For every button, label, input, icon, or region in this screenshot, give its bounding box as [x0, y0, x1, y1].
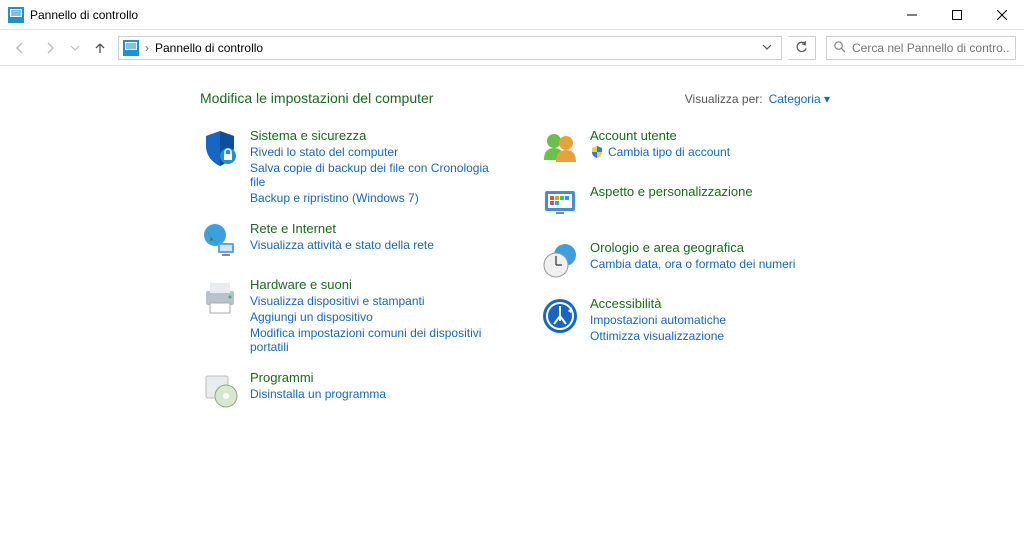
printer-icon	[200, 277, 240, 317]
category-title[interactable]: Orologio e area geografica	[590, 240, 795, 255]
category-body: Hardware e suoni Visualizza dispositivi …	[250, 277, 500, 354]
category-body: Rete e Internet Visualizza attività e st…	[250, 221, 434, 261]
content-area: Modifica le impostazioni del computer Vi…	[0, 66, 1024, 410]
maximize-button[interactable]	[934, 0, 979, 29]
address-bar[interactable]: › Pannello di controllo	[118, 36, 782, 60]
page-title: Modifica le impostazioni del computer	[200, 90, 433, 106]
clock-globe-icon	[540, 240, 580, 280]
category-network: Rete e Internet Visualizza attività e st…	[200, 221, 500, 261]
category-body: Accessibilità Impostazioni automatiche O…	[590, 296, 726, 343]
window-controls	[889, 0, 1024, 29]
category-body: Orologio e area geografica Cambia data, …	[590, 240, 795, 280]
view-by-value[interactable]: Categoria ▾	[769, 92, 830, 106]
ease-of-access-icon	[540, 296, 580, 336]
link-devices-printers[interactable]: Visualizza dispositivi e stampanti	[250, 294, 500, 308]
breadcrumb-current[interactable]: Pannello di controllo	[155, 41, 263, 55]
close-button[interactable]	[979, 0, 1024, 29]
link-text: Cambia tipo di account	[608, 145, 730, 159]
page-header: Modifica le impostazioni del computer Vi…	[200, 90, 830, 106]
category-title[interactable]: Account utente	[590, 128, 730, 143]
category-title[interactable]: Hardware e suoni	[250, 277, 500, 292]
category-clock-region: Orologio e area geografica Cambia data, …	[540, 240, 840, 280]
up-button[interactable]	[88, 36, 112, 60]
minimize-button[interactable]	[889, 0, 934, 29]
control-panel-icon	[8, 7, 24, 23]
category-title[interactable]: Aspetto e personalizzazione	[590, 184, 753, 199]
control-panel-icon	[123, 40, 139, 56]
window-title: Pannello di controllo	[30, 8, 138, 22]
category-system-security: Sistema e sicurezza Rivedi lo stato del …	[200, 128, 500, 205]
shield-icon	[200, 128, 240, 168]
link-mobility-settings[interactable]: Modifica impostazioni comuni dei disposi…	[250, 326, 500, 354]
category-accounts: Account utente Cambia tipo di account	[540, 128, 840, 168]
category-accessibility: Accessibilità Impostazioni automatiche O…	[540, 296, 840, 343]
link-add-device[interactable]: Aggiungi un dispositivo	[250, 310, 500, 324]
programs-disc-icon	[200, 370, 240, 410]
view-by: Visualizza per: Categoria ▾	[685, 92, 830, 106]
link-uninstall[interactable]: Disinstalla un programma	[250, 387, 386, 401]
forward-button[interactable]	[38, 36, 62, 60]
search-input[interactable]	[852, 41, 1009, 55]
refresh-button[interactable]	[788, 36, 816, 60]
category-programs: Programmi Disinstalla un programma	[200, 370, 500, 410]
category-appearance: Aspetto e personalizzazione	[540, 184, 840, 224]
category-hardware: Hardware e suoni Visualizza dispositivi …	[200, 277, 500, 354]
navbar: › Pannello di controllo	[0, 30, 1024, 66]
user-accounts-icon	[540, 128, 580, 168]
search-box[interactable]	[826, 36, 1016, 60]
link-auto-settings[interactable]: Impostazioni automatiche	[590, 313, 726, 327]
chevron-down-icon: ▾	[824, 92, 830, 106]
back-button[interactable]	[8, 36, 32, 60]
link-optimize-display[interactable]: Ottimizza visualizzazione	[590, 329, 726, 343]
link-file-history[interactable]: Salva copie di backup dei file con Crono…	[250, 161, 500, 189]
category-body: Account utente Cambia tipo di account	[590, 128, 730, 168]
category-body: Sistema e sicurezza Rivedi lo stato del …	[250, 128, 500, 205]
left-column: Sistema e sicurezza Rivedi lo stato del …	[200, 128, 500, 410]
link-change-account-type[interactable]: Cambia tipo di account	[590, 145, 730, 159]
recent-dropdown[interactable]	[68, 36, 82, 60]
view-by-label: Visualizza per:	[685, 92, 763, 106]
globe-network-icon	[200, 221, 240, 261]
address-dropdown[interactable]	[757, 41, 777, 55]
link-network-status[interactable]: Visualizza attività e stato della rete	[250, 238, 434, 252]
category-title[interactable]: Sistema e sicurezza	[250, 128, 500, 143]
category-title[interactable]: Programmi	[250, 370, 386, 385]
chevron-right-icon[interactable]: ›	[145, 41, 149, 55]
link-date-time-format[interactable]: Cambia data, ora o formato dei numeri	[590, 257, 795, 271]
category-columns: Sistema e sicurezza Rivedi lo stato del …	[200, 128, 1024, 410]
titlebar: Pannello di controllo	[0, 0, 1024, 30]
personalization-icon	[540, 184, 580, 224]
link-backup-restore[interactable]: Backup e ripristino (Windows 7)	[250, 191, 500, 205]
link-review-status[interactable]: Rivedi lo stato del computer	[250, 145, 500, 159]
right-column: Account utente Cambia tipo di account As…	[540, 128, 840, 410]
view-by-value-text: Categoria	[769, 92, 821, 106]
category-body: Programmi Disinstalla un programma	[250, 370, 386, 410]
category-body: Aspetto e personalizzazione	[590, 184, 753, 224]
category-title[interactable]: Accessibilità	[590, 296, 726, 311]
category-title[interactable]: Rete e Internet	[250, 221, 434, 236]
search-icon	[833, 40, 846, 56]
uac-shield-icon	[590, 145, 604, 159]
